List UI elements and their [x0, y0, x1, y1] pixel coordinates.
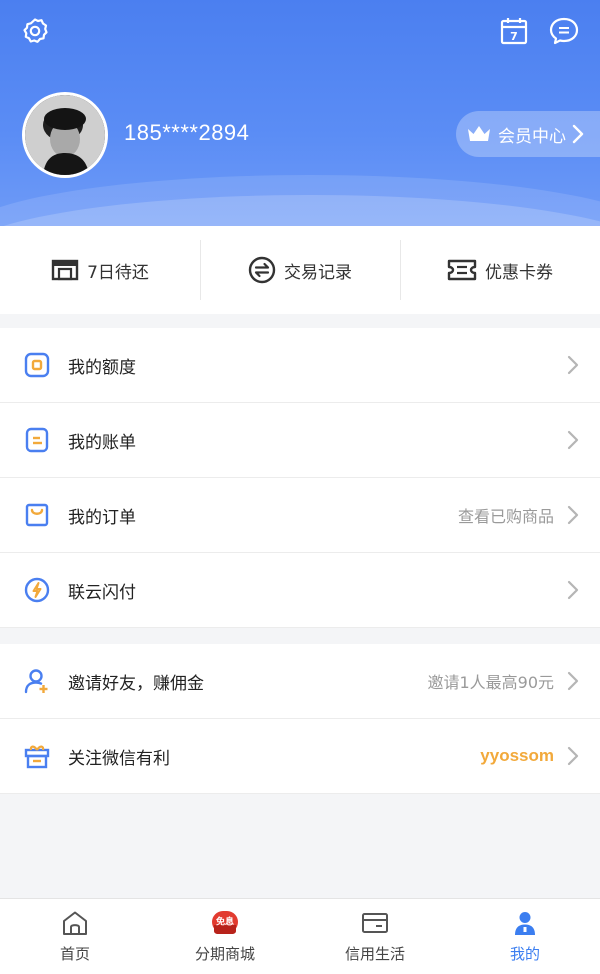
tab-label: 首页 [59, 945, 90, 963]
chevron-right-icon [566, 429, 580, 451]
chevron-right-icon [572, 124, 584, 144]
chevron-right-icon [566, 745, 580, 767]
menu-item-quickpay[interactable]: 联云闪付 [0, 553, 600, 628]
menu-item-wechat-follow[interactable]: 关注微信有利 yyossom [0, 719, 600, 794]
quick-actions: 7日待还 交易记录 优惠卡券 [0, 226, 600, 314]
chevron-right-icon [566, 579, 580, 601]
tab-mine[interactable]: 我的 [450, 899, 600, 974]
chevron-right-icon [566, 354, 580, 376]
calendar-icon: 7 [500, 18, 528, 45]
gift-icon [24, 743, 50, 769]
menu-item-label: 我的订单 [68, 507, 136, 528]
menu-item-bill[interactable]: 我的账单 [0, 403, 600, 478]
avatar-photo [25, 95, 105, 175]
bag-icon [24, 502, 50, 528]
menu-item-label: 关注微信有利 [68, 748, 170, 769]
menu-item-label: 我的账单 [68, 432, 136, 453]
quick-action-label: 优惠卡券 [485, 262, 553, 283]
menu-item-orders[interactable]: 我的订单 查看已购商品 [0, 478, 600, 553]
tab-label: 信用生活 [344, 945, 405, 963]
calendar-button[interactable]: 7 [498, 15, 530, 47]
exchange-icon [248, 256, 276, 284]
quota-icon [24, 352, 50, 378]
calendar-day: 7 [510, 30, 518, 43]
menu-item-label: 邀请好友，赚佣金 [68, 673, 204, 694]
member-center-button[interactable]: 会员中心 [456, 111, 600, 157]
wallet-icon [51, 259, 79, 281]
bottom-tab-bar: 首页 免息 分期商城 信用生活 我的 [0, 898, 600, 974]
menu-group-promotions: 邀请好友，赚佣金 邀请1人最高90元 关注微信有利 yyossom [0, 644, 600, 794]
user-icon [510, 909, 540, 937]
quick-action-7day-repay[interactable]: 7日待还 [0, 226, 200, 314]
settings-button[interactable] [19, 15, 51, 47]
tab-label: 分期商城 [194, 945, 255, 963]
chevron-right-icon [566, 670, 580, 692]
card-icon [360, 909, 390, 937]
ticket-icon [447, 259, 477, 281]
tab-credit-life[interactable]: 信用生活 [300, 899, 450, 974]
quick-action-label: 7日待还 [87, 262, 149, 283]
menu-item-hint: 查看已购商品 [457, 507, 554, 526]
invite-icon [24, 668, 50, 694]
menu-item-label: 联云闪付 [68, 582, 136, 603]
menu-item-hint: 邀请1人最高90元 [427, 673, 554, 692]
quick-action-coupons[interactable]: 优惠卡券 [400, 226, 600, 314]
menu-item-quota[interactable]: 我的额度 [0, 328, 600, 403]
user-phone: 185****2894 [124, 120, 250, 145]
quick-action-label: 交易记录 [284, 262, 352, 283]
tab-label: 我的 [509, 945, 540, 963]
chevron-right-icon [566, 504, 580, 526]
menu-item-invite[interactable]: 邀请好友，赚佣金 邀请1人最高90元 [0, 644, 600, 719]
gear-icon [23, 18, 48, 43]
home-icon [60, 909, 90, 937]
wechat-account-id: yyossom [480, 746, 554, 765]
menu-group-account: 我的额度 我的账单 我的订单 查看已购商品 联云闪付 [0, 328, 600, 628]
shop-badge-text: 免息 [216, 916, 234, 928]
tab-home[interactable]: 首页 [0, 899, 150, 974]
chat-bubble-icon [549, 17, 579, 45]
tab-shop[interactable]: 免息 分期商城 [150, 899, 300, 974]
lightning-icon [24, 577, 50, 603]
profile-header: 7 185****2894 会员中心 [0, 0, 600, 226]
shop-badge-icon: 免息 [210, 909, 240, 937]
quick-action-transactions[interactable]: 交易记录 [200, 226, 400, 314]
avatar[interactable] [22, 92, 108, 178]
message-button[interactable] [548, 15, 580, 47]
member-center-label: 会员中心 [498, 126, 566, 147]
crown-icon [468, 126, 490, 141]
menu-item-label: 我的额度 [68, 357, 136, 378]
bill-icon [24, 427, 50, 453]
